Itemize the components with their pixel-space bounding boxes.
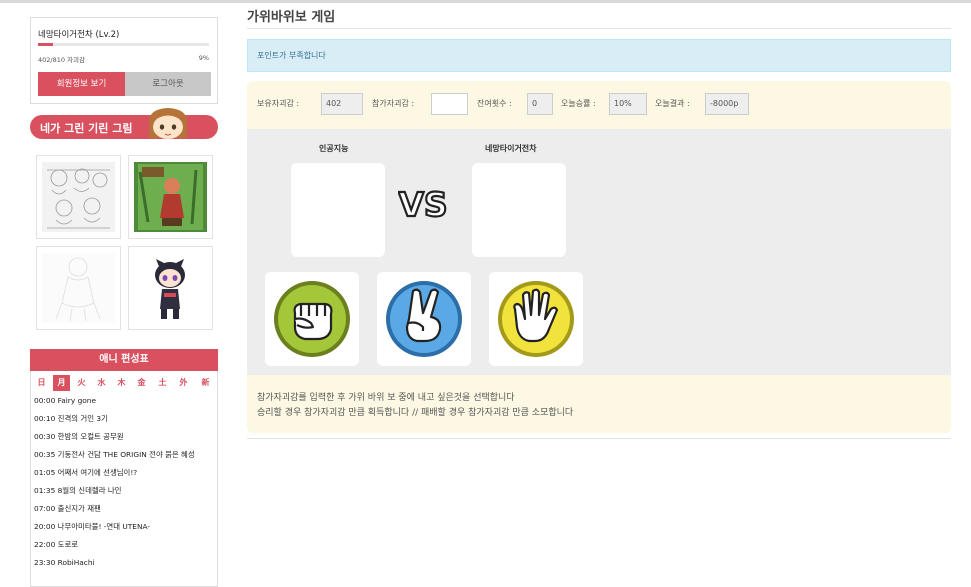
faint-sketch-image — [42, 253, 115, 323]
winrate-label: 오늘승률 : — [561, 99, 596, 108]
scissors-button[interactable] — [377, 272, 471, 366]
sketch-drawing-image — [42, 162, 115, 232]
game-panel: 보유자괴감 : 402 참가자괴감 : 잔여횟수 : 0 오늘승률 : 10% … — [247, 81, 951, 433]
paper-hand-icon — [498, 281, 574, 357]
day-tab[interactable]: 土 — [154, 375, 171, 391]
schedule-item[interactable]: 01:05 어째서 여기에 선생님이!? — [34, 467, 218, 485]
green-character-image — [134, 162, 207, 232]
opponent-choice-card — [291, 163, 385, 257]
vs-icon: VS — [398, 186, 448, 222]
opponent-name: 인공지능 — [319, 144, 349, 153]
result-value: -8000p — [705, 93, 749, 115]
instruction-line-2: 승리할 경우 참가자괴감 만큼 획득합니다 // 패배할 경우 참가자괴감 만큼… — [257, 408, 574, 418]
remaining-label: 잔여횟수 : — [477, 99, 512, 108]
day-tab[interactable]: 外 — [175, 375, 192, 391]
day-tab[interactable]: 火 — [73, 375, 90, 391]
gallery-thumb-green[interactable] — [128, 155, 213, 239]
schedule-item[interactable]: 00:30 한밤의 오컬트 공무원 — [34, 431, 218, 449]
schedule-item[interactable]: 01:35 8월의 신데렐라 나인 — [34, 485, 218, 503]
bet-input[interactable] — [431, 93, 468, 115]
instructions: 참가자괴감를 입력한 후 가위 바위 보 중에 내고 싶은것을 선택합니다 승리… — [257, 391, 573, 421]
schedule-item[interactable]: 22:00 도로로 — [34, 539, 218, 557]
gallery-thumb-catgirl[interactable] — [128, 246, 213, 330]
schedule-item[interactable]: 07:00 출신지가 재팬 — [34, 503, 218, 521]
day-tab[interactable]: 月 — [53, 375, 70, 391]
alert-message: 포인트가 부족합니다 — [247, 39, 951, 72]
paper-button[interactable] — [489, 272, 583, 366]
bottom-divider — [247, 438, 951, 439]
winrate-value: 10% — [609, 93, 647, 115]
day-tab[interactable]: 水 — [93, 375, 110, 391]
rock-hand-icon — [274, 281, 350, 357]
xp-percent: 9% — [198, 54, 209, 62]
schedule-item[interactable]: 23:30 RobiHachi — [34, 557, 218, 575]
schedule-item[interactable]: 20:00 나무아미타불! -연대 UTENA- — [34, 521, 218, 539]
gallery-banner[interactable]: 네가 그린 기린 그림 — [30, 108, 218, 139]
gallery-title: 네가 그린 기린 그림 — [40, 122, 133, 135]
logout-button[interactable]: 로그아웃 — [125, 72, 211, 96]
remaining-value: 0 — [527, 93, 553, 115]
instruction-line-1: 참가자괴감를 입력한 후 가위 바위 보 중에 내고 싶은것을 선택합니다 — [257, 393, 515, 403]
anime-schedule-title: 애니 편성표 — [30, 349, 218, 371]
xp-progress-bar — [38, 43, 209, 46]
xp-text: 402/810 자괴감 — [38, 56, 86, 64]
player-choice-card — [472, 163, 566, 257]
main-content: 가위바위보 게임 포인트가 부족합니다 보유자괴감 : 402 참가자괴감 : … — [247, 0, 951, 587]
schedule-item[interactable]: 00:10 진격의 거인 3기 — [34, 413, 218, 431]
own-points-value: 402 — [321, 93, 363, 115]
mascot-icon — [148, 108, 188, 139]
schedule-item[interactable]: 00:35 기동전사 건담 THE ORIGIN 전야 붉은 혜성 — [34, 449, 218, 467]
rock-button[interactable] — [265, 272, 359, 366]
profile-button[interactable]: 회원정보 보기 — [38, 72, 125, 96]
title-divider — [247, 28, 951, 29]
day-tab[interactable]: 新 — [197, 375, 214, 391]
page-title: 가위바위보 게임 — [247, 10, 336, 25]
scissors-hand-icon — [386, 281, 462, 357]
user-panel: 네망타이거전차 (Lv.2) 402/810 자괴감 9% 회원정보 보기 로그… — [30, 17, 218, 104]
day-tab[interactable]: 日 — [33, 375, 50, 391]
gallery-thumb-faint[interactable] — [36, 246, 121, 330]
day-tab[interactable]: 金 — [133, 375, 150, 391]
schedule-item[interactable]: 00:00 Fairy gone — [34, 395, 218, 413]
result-label: 오늘결과 : — [655, 99, 690, 108]
vs-text: VS — [398, 186, 447, 222]
battle-arena: 인공지능 네망타이거전차 VS — [247, 129, 951, 375]
gallery-thumb-sketch[interactable] — [36, 155, 121, 239]
anime-schedule-panel: 日月火水木金土外新 00:00 Fairy gone 00:10 진격의 거인 3… — [30, 371, 218, 587]
catgirl-character-image — [134, 253, 207, 323]
day-tab[interactable]: 木 — [113, 375, 130, 391]
player-name: 네망타이거전차 — [485, 144, 537, 153]
sidebar: 네망타이거전차 (Lv.2) 402/810 자괴감 9% 회원정보 보기 로그… — [30, 17, 218, 587]
day-tabs: 日月火水木金土外新 — [31, 375, 217, 391]
anime-schedule-list: 00:00 Fairy gone 00:10 진격의 거인 3기 00:30 한밤의… — [34, 395, 218, 575]
own-points-label: 보유자괴감 : — [257, 99, 300, 108]
xp-progress-fill — [38, 43, 54, 46]
user-name: 네망타이거전차 (Lv.2) — [38, 30, 120, 40]
bet-label: 참가자괴감 : — [372, 99, 415, 108]
